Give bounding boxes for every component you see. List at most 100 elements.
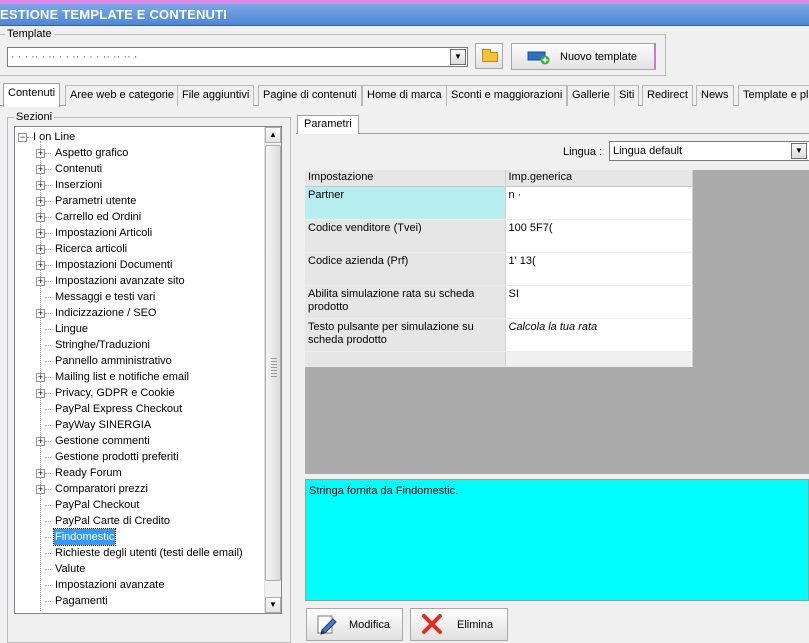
expand-icon[interactable]: +	[36, 213, 45, 222]
grid-value[interactable]: 1' 13(	[505, 252, 693, 286]
tree-scrollbar[interactable]: ▲ ▼	[264, 127, 281, 613]
tree-connector	[45, 297, 51, 298]
tree-item-label: Gestione commenti	[55, 435, 150, 447]
tab-label: Aree web e categorie	[70, 89, 174, 101]
tab-sconti[interactable]: Sconti e maggiorazioni	[446, 85, 568, 106]
tree-item-label: Aspetto grafico	[55, 147, 129, 159]
sezioni-tree[interactable]: − I on Line + Aspetto grafico + Contenuti + I…	[14, 126, 282, 614]
expand-icon[interactable]: +	[36, 309, 45, 318]
scroll-thumb[interactable]	[265, 145, 281, 581]
expand-icon[interactable]: +	[36, 229, 45, 238]
lingua-select-value: Lingua default	[613, 145, 683, 157]
tab-parametri[interactable]: Parametri	[297, 115, 359, 134]
expand-icon[interactable]: +	[36, 245, 45, 254]
tree-connector	[45, 521, 51, 522]
grid-value[interactable]: SI	[505, 285, 693, 319]
table-row[interactable]: Codice venditore (Tvei) 100 5F7(	[305, 219, 693, 253]
table-row[interactable]: Abilita simulazione rata su scheda prodo…	[305, 285, 693, 319]
new-template-button[interactable]: Nuovo template	[511, 43, 656, 70]
expand-icon[interactable]: +	[36, 165, 45, 174]
tree-item-label: Messaggi e testi vari	[55, 291, 156, 303]
table-row[interactable]: Partner n ·	[305, 186, 693, 220]
edit-icon	[317, 615, 337, 635]
expand-icon[interactable]: +	[36, 389, 45, 398]
tab-label: Sconti e maggiorazioni	[451, 89, 563, 101]
tree-connector	[45, 425, 51, 426]
grid-value-empty	[505, 351, 693, 367]
lingua-select[interactable]: Lingua default ▼	[609, 141, 809, 161]
chevron-down-icon[interactable]: ▼	[791, 143, 807, 159]
tree-connector	[45, 265, 51, 266]
template-select[interactable]: · · · ·· · ·· · · ·· · · · ·· ·· ·· · ▼	[7, 47, 468, 67]
tree-connector	[45, 457, 51, 458]
tree-connector	[45, 489, 51, 490]
expand-icon[interactable]: +	[36, 485, 45, 494]
tree-item-label: Impostazioni Articoli	[55, 227, 153, 239]
tab-contenuti[interactable]: Contenuti	[3, 83, 61, 107]
chevron-down-icon[interactable]: ▼	[450, 49, 466, 65]
grid-value[interactable]: Calcola la tua rata	[505, 318, 693, 352]
modifica-label: Modifica	[349, 619, 390, 631]
tree-item-label: Impostazioni avanzate	[55, 579, 165, 591]
grid-header-row: Impostazione Imp.generica	[305, 170, 693, 187]
elimina-label: Elimina	[457, 619, 494, 631]
expand-icon[interactable]: +	[36, 469, 45, 478]
open-folder-button[interactable]	[475, 43, 503, 69]
grid-header-impostazione: Impostazione	[305, 170, 506, 187]
grid-value[interactable]: n ·	[505, 186, 693, 220]
elimina-button[interactable]: Elimina	[410, 608, 508, 641]
expand-icon[interactable]: +	[36, 181, 45, 190]
tree-item-label: Pannello amministrativo	[55, 355, 172, 367]
tree-connector	[45, 393, 51, 394]
tree-connector	[45, 153, 51, 154]
tab-siti[interactable]: Siti	[614, 85, 640, 106]
parameter-description: Stringa fornita da Findomestic.	[305, 479, 809, 601]
tab-home-di-marca[interactable]: Home di marca	[362, 85, 447, 106]
new-template-label: Nuovo template	[560, 51, 638, 63]
expand-icon[interactable]: +	[36, 261, 45, 270]
tree-item-label: Lingue	[55, 323, 89, 335]
scroll-up-arrow[interactable]: ▲	[265, 127, 281, 143]
modifica-button[interactable]: Modifica	[306, 608, 403, 641]
tab-label: Template e pl	[743, 89, 809, 101]
scroll-down-arrow[interactable]: ▼	[265, 597, 281, 613]
table-row[interactable]: Testo pulsante per simulazione su scheda…	[305, 318, 693, 352]
tree-item-label: Valute	[55, 563, 86, 575]
tab-gallerie[interactable]: Gallerie	[567, 85, 615, 106]
tab-pagine-contenuti[interactable]: Pagine di contenuti	[258, 85, 362, 106]
expand-icon[interactable]: +	[36, 197, 45, 206]
lingua-label: Lingua :	[563, 146, 603, 158]
collapse-icon[interactable]: −	[18, 133, 27, 142]
tree-connector	[45, 249, 51, 250]
tree-connector	[45, 329, 51, 330]
grid-value[interactable]: 100 5F7(	[505, 219, 693, 253]
tab-template[interactable]: Template e pl	[738, 85, 809, 106]
table-row[interactable]: Codice azienda (Prf) 1' 13(	[305, 252, 693, 286]
tree-item-label: Pagamenti	[55, 595, 108, 607]
tree-item-label: Stringhe/Traduzioni	[55, 339, 150, 351]
grid-key-empty	[305, 351, 506, 367]
expand-icon[interactable]: +	[36, 437, 45, 446]
tree-item-label: Inserzioni	[55, 179, 103, 191]
tab-file-aggiuntivi[interactable]: File aggiuntivi	[177, 85, 255, 106]
tree-connector	[45, 185, 51, 186]
delete-icon	[422, 614, 442, 634]
expand-icon[interactable]: +	[36, 277, 45, 286]
tab-label: Siti	[619, 89, 635, 101]
tree-item-label: Privacy, GDPR e Cookie	[55, 387, 175, 399]
expand-icon[interactable]: +	[36, 373, 45, 382]
tab-news[interactable]: News	[696, 85, 734, 106]
tab-aree-web[interactable]: Aree web e categorie	[65, 85, 179, 106]
tree-item-label-selected: Findomestic	[52, 528, 117, 546]
tab-redirect[interactable]: Redirect	[642, 85, 693, 106]
window-title: ESTIONE TEMPLATE E CONTENUTI	[0, 4, 809, 26]
settings-grid: Impostazione Imp.generica Partner n · Co…	[305, 170, 693, 367]
expand-icon[interactable]: +	[36, 149, 45, 158]
tree-item-label: Contenuti	[55, 163, 103, 175]
grid-key: Abilita simulazione rata su scheda prodo…	[305, 285, 506, 319]
grid-key: Codice azienda (Prf)	[305, 252, 506, 286]
tree-connector	[45, 169, 51, 170]
tree-item-label: Impostazioni Documenti	[55, 259, 173, 271]
grid-key: Codice venditore (Tvei)	[305, 219, 506, 253]
tree-item-label: Gestione prodotti preferiti	[55, 451, 179, 463]
